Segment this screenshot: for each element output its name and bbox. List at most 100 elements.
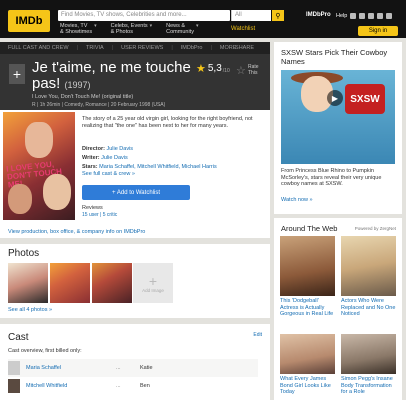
article-thumb[interactable]: [280, 236, 335, 296]
watch-now-link[interactable]: Watch now »: [281, 197, 313, 203]
credit-label: Stars:: [82, 164, 98, 170]
chevron-down-icon: ▾: [149, 23, 153, 29]
subnav-imdbpro[interactable]: IMDbPro: [181, 45, 203, 51]
chevron-down-icon: ▾: [94, 23, 97, 29]
reviews-links[interactable]: 15 user | 5 critic: [82, 212, 117, 218]
article-thumb[interactable]: [341, 236, 396, 296]
search-category-select[interactable]: All: [231, 10, 271, 21]
article-link[interactable]: What Every James Bond Girl Looks Like To…: [280, 376, 338, 396]
cast-name-link[interactable]: Mitchell Whitfield: [26, 383, 116, 389]
see-full-cast: See full cast & crew »: [82, 171, 135, 177]
article-link[interactable]: This 'Dodgeball' Actress is Actually Gor…: [280, 298, 338, 318]
social-links: [350, 13, 392, 19]
poster-face: [43, 174, 71, 210]
signin-button[interactable]: Sign in: [358, 26, 398, 36]
twitch-icon[interactable]: [368, 13, 374, 19]
avatar[interactable]: [8, 361, 20, 375]
plus-icon: +: [12, 66, 22, 82]
search-icon: ⚲: [275, 12, 281, 20]
article-thumb[interactable]: [341, 334, 396, 374]
writer-link[interactable]: Julie Davis: [101, 155, 128, 161]
poster-face: [8, 184, 32, 214]
nav-community[interactable]: News & Community ▾: [166, 23, 198, 37]
subnav-separator: |: [76, 45, 78, 51]
movie-poster[interactable]: I LOVE YOU, DON'T TOUCH ME!: [3, 112, 75, 220]
table-row: Mitchell Whitfield ... Ben: [8, 377, 258, 395]
nav-label: & Photos: [110, 29, 133, 35]
imdb-logo[interactable]: IMDb: [8, 10, 50, 32]
section-divider: [0, 238, 270, 244]
title-subnav: FULL CAST AND CREW | TRIVIA | USER REVIE…: [0, 42, 270, 54]
rate-this-label[interactable]: Rate This: [248, 64, 266, 76]
youtube-icon[interactable]: [386, 13, 392, 19]
subnav-user-reviews[interactable]: USER REVIEWS: [121, 45, 163, 51]
add-to-watchlist-button[interactable]: + Add to Watchlist: [82, 185, 190, 200]
photo-thumb[interactable]: [8, 263, 48, 303]
subnav-separator: |: [171, 45, 173, 51]
article-link[interactable]: Simon Pegg's Insane Body Transformation …: [341, 376, 399, 396]
search-button[interactable]: ⚲: [272, 10, 284, 21]
article-link[interactable]: Actors Who Were Replaced and No One Noti…: [341, 298, 399, 318]
original-title: I Love You, Don't Touch Me! (original ti…: [32, 94, 134, 100]
rate-star-icon[interactable]: ☆: [236, 64, 246, 77]
cast-name-link[interactable]: Maria Schaffel: [26, 365, 116, 371]
sxsw-logo: SXSW: [345, 84, 385, 114]
facebook-icon[interactable]: [350, 13, 356, 19]
cast-heading: Cast: [8, 332, 29, 343]
poster-face: [25, 122, 53, 158]
help-link[interactable]: Help: [336, 13, 347, 19]
article-thumb[interactable]: [280, 334, 335, 374]
nav-celebs[interactable]: Celebs, Events & Photos ▾: [111, 23, 153, 37]
twitter-icon[interactable]: [377, 13, 383, 19]
subnav-more[interactable]: MORE: [220, 45, 237, 51]
rating-value: 5,3: [207, 63, 222, 74]
watchlist-link[interactable]: Watchlist: [231, 26, 255, 32]
avatar[interactable]: [8, 379, 20, 393]
video-thumbnail[interactable]: SXSW ▶: [281, 70, 395, 164]
subnav-trivia[interactable]: TRIVIA: [86, 45, 104, 51]
photo-thumb[interactable]: [92, 263, 132, 303]
photos-heading: Photos: [8, 248, 40, 259]
credit-label: Director:: [82, 146, 105, 152]
share-link[interactable]: SHARE: [235, 45, 254, 51]
rating-block: ★ 5,3 /10: [196, 62, 230, 75]
director-link[interactable]: Julie Davis: [106, 146, 133, 152]
imdbpro-info-link[interactable]: View production, box office, & company i…: [8, 229, 145, 235]
plot-summary: The story of a 25 year old virgin girl, …: [82, 116, 253, 129]
nav-label: Community: [166, 29, 194, 35]
see-full-cast-link[interactable]: See full cast & crew »: [82, 171, 135, 177]
video-title[interactable]: SXSW Stars Pick Their Cowboy Names: [281, 48, 397, 66]
photo-thumb[interactable]: [50, 263, 90, 303]
cast-character: Katie: [140, 365, 153, 371]
see-all-photos-link[interactable]: See all 4 photos »: [8, 307, 52, 313]
search-input[interactable]: Find Movies, TV shows, Celebrities and m…: [58, 10, 230, 21]
add-image-button[interactable]: + Add Image: [133, 263, 173, 303]
plus-icon: +: [148, 272, 158, 289]
section-divider: [0, 318, 270, 324]
subnav-full-cast[interactable]: FULL CAST AND CREW: [8, 45, 69, 51]
title-year[interactable]: (1997): [65, 80, 91, 90]
star-icon: ★: [196, 63, 206, 75]
cast-dots: ...: [116, 383, 121, 389]
reviews-label: Reviews: [82, 205, 103, 211]
subnav-separator: |: [210, 45, 212, 51]
right-sidebar: SXSW Stars Pick Their Cowboy Names SXSW …: [270, 38, 406, 400]
director-credit: Director: Julie Davis: [82, 146, 133, 152]
credit-label: Writer:: [82, 155, 100, 161]
main-nav: Movies, TV & Showtimes ▾ Celebs, Events & …: [60, 23, 212, 37]
add-to-watchlist-ribbon[interactable]: +: [9, 64, 25, 84]
imdbpro-link[interactable]: IMDbPro: [306, 12, 331, 18]
title-meta: R | 1h 26min | Comedy, Romance | 20 Febr…: [32, 102, 166, 108]
around-the-web-title: Around The Web: [281, 224, 338, 233]
add-image-label: Add Image: [142, 287, 164, 293]
nav-movies-tv[interactable]: Movies, TV & Showtimes ▾: [60, 23, 97, 37]
stars-link[interactable]: Maria Schaffel, Mitchell Whitfield, Mich…: [99, 164, 217, 170]
instagram-icon[interactable]: [359, 13, 365, 19]
edit-cast-link[interactable]: Edit: [253, 332, 262, 338]
main-content: I LOVE YOU, DON'T TOUCH ME! The story of…: [0, 110, 270, 400]
video-card: SXSW Stars Pick Their Cowboy Names SXSW …: [274, 42, 402, 214]
cast-character: Ben: [140, 383, 150, 389]
subnav-separator: |: [111, 45, 114, 51]
play-icon[interactable]: ▶: [327, 90, 343, 106]
stars-credit: Stars: Maria Schaffel, Mitchell Whitfiel…: [82, 164, 217, 170]
